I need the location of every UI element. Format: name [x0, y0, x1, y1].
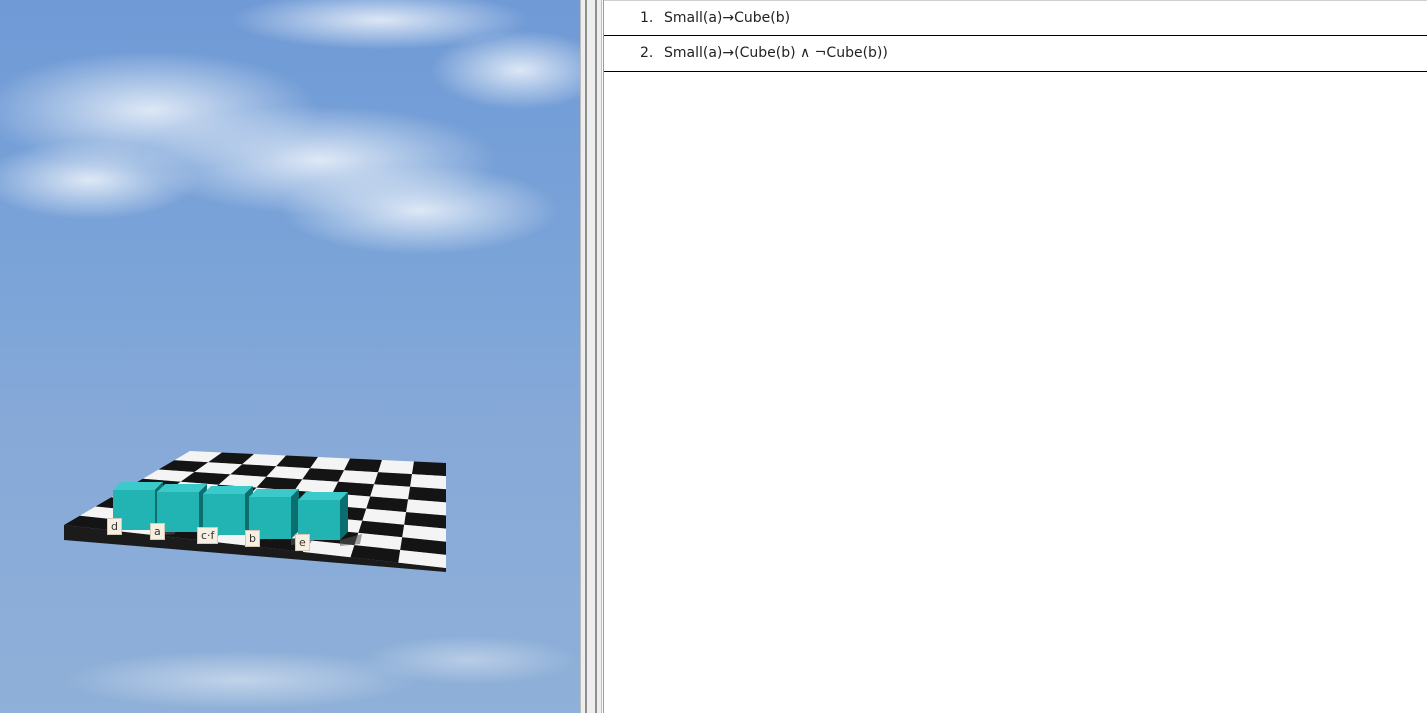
- block-top: [113, 482, 163, 490]
- label-c-f: c·f: [197, 527, 219, 544]
- sentence-text[interactable]: Small(a)→(Cube(b) ∧ ¬Cube(b)): [664, 45, 888, 61]
- block-side: [291, 489, 299, 539]
- splitter-grip-left: [585, 0, 587, 713]
- block-top: [249, 489, 299, 497]
- board-cell: [378, 460, 414, 475]
- block-side: [340, 492, 348, 540]
- sentence-number: 1.: [640, 10, 654, 26]
- sentence-text[interactable]: Small(a)→Cube(b): [664, 10, 790, 26]
- block-top: [203, 486, 253, 494]
- board-cell: [410, 474, 446, 490]
- sentence-panel[interactable]: 1. Small(a)→Cube(b) 2. Small(a)→(Cube(b)…: [603, 0, 1427, 713]
- board-cell: [344, 458, 382, 473]
- world-scene: [0, 0, 580, 710]
- sentence-row-1[interactable]: 1. Small(a)→Cube(b): [604, 0, 1427, 36]
- board-cell: [412, 461, 446, 477]
- sentence-number: 2.: [640, 45, 654, 61]
- splitter-grip-right: [595, 0, 597, 713]
- block-top: [298, 492, 348, 500]
- board-cell: [374, 472, 412, 487]
- label-b: b: [245, 530, 260, 547]
- board-cell: [338, 470, 379, 485]
- label-a: a: [150, 523, 165, 540]
- pane-splitter[interactable]: [580, 0, 602, 713]
- sky-clouds: [0, 0, 580, 710]
- label-d: d: [107, 518, 122, 535]
- label-e: e: [295, 534, 310, 551]
- world-view[interactable]: d a c·f b e: [0, 0, 580, 713]
- sentence-row-2[interactable]: 2. Small(a)→(Cube(b) ∧ ¬Cube(b)): [604, 36, 1427, 72]
- block-top: [157, 484, 207, 492]
